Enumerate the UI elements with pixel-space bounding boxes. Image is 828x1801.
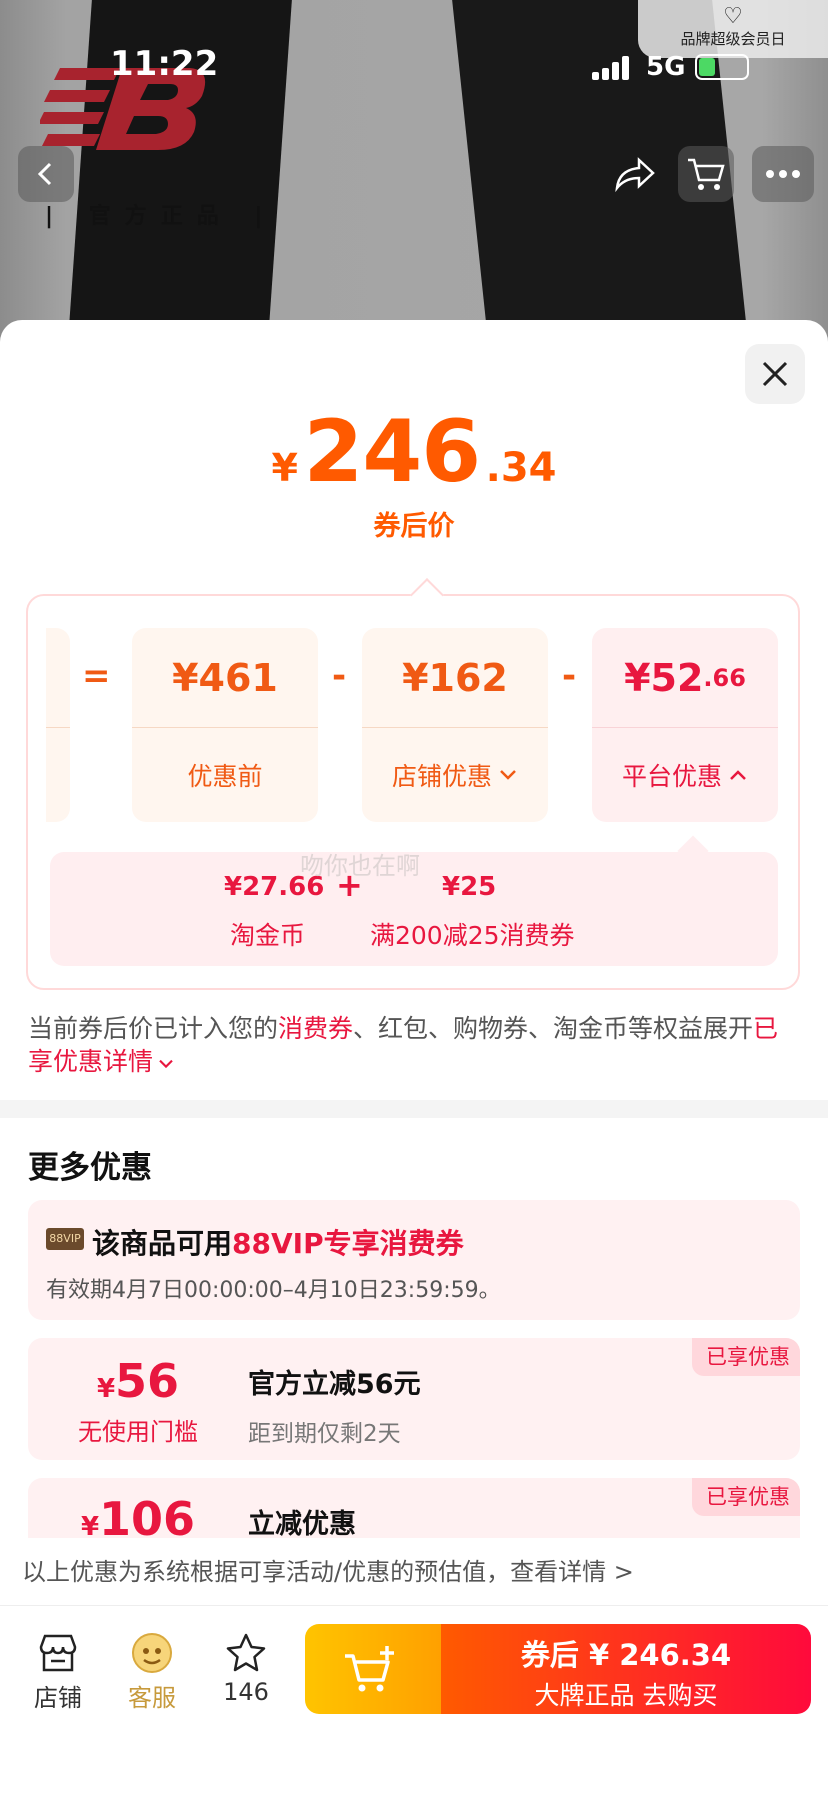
network-label: 5G: [646, 52, 686, 82]
more-button[interactable]: [752, 146, 814, 202]
buy-cta-label: 大牌正品 去购买: [534, 1681, 718, 1710]
store-button[interactable]: 店铺: [18, 1628, 98, 1713]
more-offers-title: 更多优惠: [28, 1150, 152, 1186]
section-divider: [0, 1100, 828, 1118]
final-price: ¥ 246 .34: [0, 402, 828, 502]
store-discount-amount: ¥162: [362, 628, 548, 728]
chevron-down-icon: [159, 1059, 173, 1069]
vip-day-badge: ♡ 品牌超级会员日: [638, 0, 828, 58]
coupon-card[interactable]: ¥106 立减优惠 已享优惠: [28, 1478, 800, 1538]
minus-sign: -: [332, 656, 347, 696]
original-price-label: 优惠前: [187, 762, 263, 791]
original-price-amount: ¥461: [132, 628, 318, 728]
store-icon: [39, 1634, 77, 1672]
vip-coupon-validity: 有效期4月7日00:00:00–4月10日23:59:59。: [46, 1278, 501, 1303]
minus-sign: -: [562, 656, 577, 696]
vip-badge: 88VIP: [46, 1228, 84, 1250]
back-button[interactable]: [18, 146, 74, 202]
price-integer: 246: [303, 402, 482, 502]
estimate-details-link[interactable]: 以上优惠为系统根据可享活动/优惠的预估值，查看详情 >: [0, 1538, 828, 1606]
share-icon: [615, 157, 655, 192]
original-price-card: ¥461 优惠前: [132, 628, 318, 822]
vip-coupon-title: 该商品可用88VIP专享消费券: [92, 1227, 464, 1260]
platform-discount-toggle[interactable]: 平台优惠: [592, 728, 778, 822]
coin-label: 淘金币: [230, 921, 306, 950]
buy-button-group: 券后 ¥ 246.34 大牌正品 去购买: [305, 1624, 811, 1714]
close-icon: [762, 361, 788, 387]
watermark: 吻你也在啊: [300, 852, 420, 880]
customer-service-button[interactable]: 客服: [112, 1628, 192, 1713]
benefit-notice: 当前券后价已计入您的消费券、红包、购物券、淘金币等权益展开已享优惠详情: [28, 1014, 779, 1076]
share-button[interactable]: [606, 146, 662, 202]
chevron-left-icon: [37, 162, 52, 186]
buy-now-button[interactable]: 券后 ¥ 246.34 大牌正品 去购买: [441, 1624, 811, 1714]
price-label: 券后价: [373, 511, 455, 542]
more-icon: [766, 170, 800, 178]
equals-sign: =: [82, 656, 111, 696]
status-indicators: 5G: [592, 52, 750, 82]
status-time: 11:22: [110, 44, 219, 84]
platform-discount-amount: ¥52.66: [592, 628, 778, 728]
coupon-card[interactable]: ¥56 无使用门槛 官方立减56元 距到期仅剩2天 已享优惠: [28, 1338, 800, 1460]
close-button[interactable]: [745, 344, 805, 404]
add-to-cart-button[interactable]: [305, 1624, 441, 1714]
coupon-applied-tag: 已享优惠: [692, 1338, 800, 1376]
chevron-up-icon: [730, 770, 746, 780]
coupon-amount: ¥106: [80, 1492, 196, 1538]
coupon-applied-tag: 已享优惠: [692, 1478, 800, 1516]
coupon-title: 官方立减56元: [248, 1369, 421, 1400]
coupon-condition: 无使用门槛: [78, 1418, 198, 1446]
buy-price-label: 券后 ¥ 246.34: [520, 1638, 732, 1672]
customer-service-icon: [132, 1633, 172, 1673]
star-icon: [226, 1633, 266, 1672]
tmall-heart-icon: ♡: [723, 4, 743, 29]
price-formula: = ¥461 优惠前 - ¥162 店铺优惠 - ¥52.66 平台优惠 ¥27…: [26, 594, 800, 990]
coupon-amount: ¥56: [96, 1354, 180, 1408]
bottom-action-bar: 店铺 客服 146 券后 ¥ 246.34 大牌正品 去购买: [0, 1606, 828, 1801]
add-cart-icon: [345, 1646, 394, 1692]
favorite-button[interactable]: 146: [206, 1628, 286, 1706]
platform-discount-label: 平台优惠: [621, 762, 722, 791]
vip-day-badge-label: 品牌超级会员日: [680, 30, 786, 48]
chevron-down-icon: [500, 770, 516, 780]
official-label: | 官方正品 |: [45, 204, 277, 229]
battery-icon: [695, 54, 750, 80]
signal-icon: [592, 54, 636, 80]
store-discount-label: 店铺优惠: [391, 762, 492, 791]
formula-card-partial: [46, 628, 70, 822]
platform-discount-card[interactable]: ¥52.66 平台优惠: [592, 628, 778, 822]
cart-button[interactable]: [678, 146, 734, 202]
coupon-label: 满200减25消费券: [370, 921, 575, 950]
coupon-amount: ¥25: [442, 872, 497, 902]
price-decimal: .34: [485, 445, 557, 491]
store-label: 店铺: [34, 1684, 82, 1712]
coupon-desc: 距到期仅剩2天: [248, 1421, 401, 1447]
vip-coupon-card[interactable]: 88VIP 该商品可用88VIP专享消费券 有效期4月7日00:00:00–4月…: [28, 1200, 800, 1320]
customer-service-label: 客服: [128, 1684, 176, 1712]
cart-icon: [688, 158, 725, 190]
store-discount-card[interactable]: ¥162 店铺优惠: [362, 628, 548, 822]
coupon-title: 立减优惠: [248, 1509, 356, 1538]
favorite-count: 146: [223, 1678, 269, 1706]
price-symbol: ¥: [271, 446, 298, 490]
store-discount-toggle[interactable]: 店铺优惠: [362, 728, 548, 822]
